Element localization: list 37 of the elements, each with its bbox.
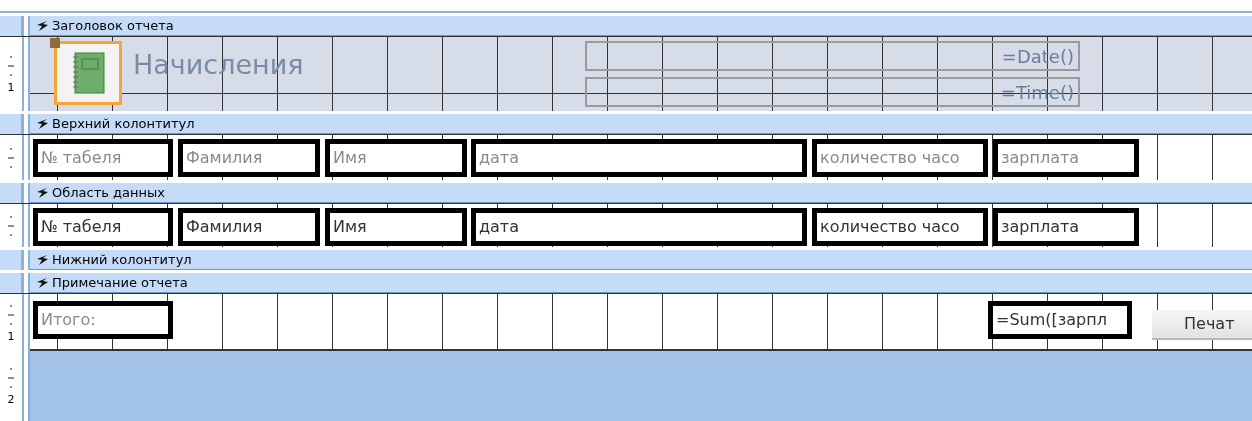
ruler-label: 2 bbox=[7, 393, 15, 405]
ruler-ticks-icon bbox=[7, 56, 15, 76]
section-title: Примечание отчета bbox=[52, 273, 188, 292]
text-box-control[interactable]: Фамилия bbox=[178, 208, 320, 246]
ruler-ticks-icon bbox=[7, 216, 15, 236]
ruler-ticks-icon bbox=[7, 148, 15, 168]
logo-control[interactable] bbox=[54, 41, 122, 105]
collapse-arrow-icon[interactable] bbox=[36, 187, 48, 198]
text-box-control[interactable]: Имя bbox=[325, 208, 467, 246]
collapse-arrow-icon[interactable] bbox=[36, 20, 48, 31]
section-title: Нижний колонтитул bbox=[52, 250, 192, 269]
section-bar[interactable]: Примечание отчета bbox=[30, 273, 1252, 293]
text-box-control[interactable]: зарплата bbox=[993, 208, 1139, 246]
print-button[interactable]: Печат bbox=[1152, 310, 1252, 340]
text-box-control[interactable]: =Sum([зарпл bbox=[988, 301, 1132, 339]
section-bar[interactable]: Верхний колонтитул bbox=[30, 114, 1252, 134]
section-bar[interactable]: Нижний колонтитул bbox=[30, 250, 1252, 270]
notebook-icon bbox=[71, 52, 105, 94]
section-title: Верхний колонтитул bbox=[52, 114, 195, 133]
section-title: Область данных bbox=[52, 183, 165, 202]
section-bar[interactable]: Область данных bbox=[30, 183, 1252, 203]
section-bar[interactable]: Заголовок отчета bbox=[30, 16, 1252, 36]
collapse-arrow-icon[interactable] bbox=[36, 254, 48, 265]
collapse-arrow-icon[interactable] bbox=[36, 277, 48, 288]
label-control[interactable]: Фамилия bbox=[178, 139, 320, 177]
collapse-arrow-icon[interactable] bbox=[36, 118, 48, 129]
ruler-label: 1 bbox=[7, 330, 15, 342]
section-title: Заголовок отчета bbox=[52, 16, 174, 35]
text-box-control[interactable]: дата bbox=[471, 208, 807, 246]
text-box-control[interactable]: количество часо bbox=[812, 208, 988, 246]
ruler-ticks-icon bbox=[7, 304, 15, 325]
label-control[interactable]: количество часо bbox=[812, 139, 988, 177]
text-box-control[interactable]: № табеля bbox=[33, 208, 173, 246]
ruler-edge bbox=[22, 250, 30, 270]
ruler-ticks-icon bbox=[7, 367, 15, 388]
selection-handle[interactable] bbox=[50, 38, 60, 48]
ruler-label: 1 bbox=[7, 82, 15, 93]
